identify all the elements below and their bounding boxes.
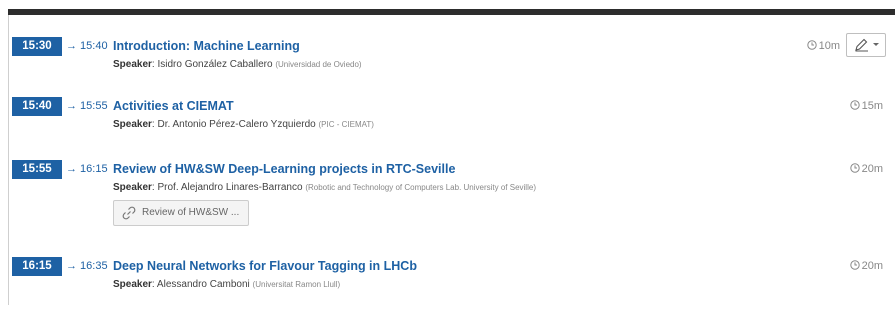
attachment-label: Review of HW&SW ... (142, 207, 240, 218)
start-time-badge: 16:15 (12, 257, 62, 276)
clock-icon (849, 260, 860, 270)
speaker-line: Speaker: Dr. Antonio Pérez-Calero Yzquie… (113, 119, 374, 130)
paperclip-link-icon (122, 206, 136, 220)
contribution-title[interactable]: Introduction: Machine Learning (113, 37, 300, 56)
contribution-title[interactable]: Review of HW&SW Deep-Learning projects i… (113, 160, 455, 179)
contribution-title[interactable]: Deep Neural Networks for Flavour Tagging… (113, 257, 417, 276)
duration-value: 15m (861, 100, 883, 112)
duration-value: 20m (861, 163, 883, 175)
duration-value: 20m (861, 260, 883, 272)
header-bar-strip (8, 9, 895, 15)
duration: 10m (806, 37, 840, 56)
attachment-button[interactable]: Review of HW&SW ... (113, 200, 249, 226)
timetable-entry: 16:15 → 16:35 Deep Neural Networks for F… (8, 257, 895, 317)
caret-down-icon (873, 43, 879, 46)
duration: 20m (849, 257, 883, 276)
duration: 15m (849, 97, 883, 116)
clock-icon (849, 100, 860, 110)
duration-value: 10m (818, 40, 840, 52)
end-time: → 15:40 (66, 40, 108, 52)
speaker-label: Speaker (113, 59, 152, 70)
timetable-entry: 15:40 → 15:55 Activities at CIEMAT Speak… (8, 97, 895, 157)
end-time: → 16:35 (66, 260, 108, 272)
contribution-title[interactable]: Activities at CIEMAT (113, 97, 234, 116)
speaker-label: Speaker (113, 119, 152, 130)
edit-dropdown-button[interactable] (846, 33, 886, 57)
speaker-affiliation: (Universitat Ramon Llull) (252, 280, 341, 289)
pencil-icon (855, 38, 868, 52)
speaker-name: : Alessandro Camboni (151, 279, 250, 290)
speaker-name: : Isidro González Caballero (151, 59, 273, 70)
clock-icon (849, 163, 860, 173)
start-time-badge: 15:55 (12, 160, 62, 179)
speaker-name: : Prof. Alejandro Linares-Barranco (151, 182, 303, 193)
speaker-affiliation: (Universidad de Oviedo) (275, 60, 362, 69)
timetable-entry: 15:55 → 16:15 Review of HW&SW Deep-Learn… (8, 160, 895, 240)
clock-icon (806, 40, 817, 50)
speaker-name: : Dr. Antonio Pérez-Calero Yzquierdo (151, 119, 316, 130)
start-time-badge: 15:30 (12, 37, 62, 56)
speaker-line: Speaker: Prof. Alejandro Linares-Barranc… (113, 182, 536, 193)
speaker-label: Speaker (113, 279, 152, 290)
speaker-affiliation: (PIC - CIEMAT) (318, 120, 374, 129)
start-time-badge: 15:40 (12, 97, 62, 116)
speaker-line: Speaker: Isidro González Caballero (Univ… (113, 59, 362, 70)
end-time: → 16:15 (66, 163, 108, 175)
duration: 20m (849, 160, 883, 179)
speaker-label: Speaker (113, 182, 152, 193)
header-bar (0, 0, 895, 16)
timetable-entry: 15:30 → 15:40 Introduction: Machine Lear… (8, 33, 895, 97)
speaker-affiliation: (Robotic and Technology of Computers Lab… (305, 183, 536, 192)
end-time: → 15:55 (66, 100, 108, 112)
speaker-line: Speaker: Alessandro Camboni (Universitat… (113, 279, 340, 290)
